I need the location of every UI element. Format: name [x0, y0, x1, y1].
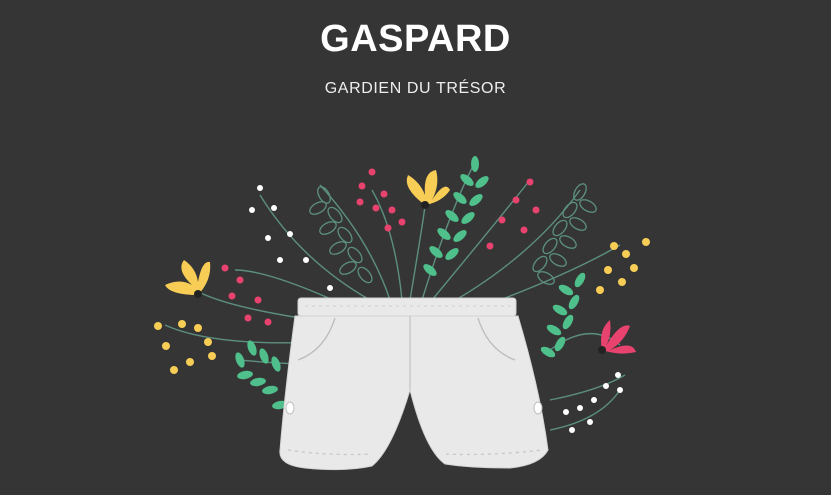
shorts [279, 297, 549, 471]
leaf-sprig-left [235, 340, 288, 410]
yellow-flower-top [406, 170, 450, 209]
page-title: GASPARD [320, 18, 511, 60]
yellow-flower-left [165, 260, 211, 298]
leaf-sprig-right [540, 272, 586, 358]
shorts-flowers-illustration [154, 156, 650, 471]
fern-left [309, 186, 373, 284]
page-subtitle: GARDIEN DU TRÉSOR [324, 80, 507, 97]
pink-flower [598, 320, 636, 354]
fern-right [532, 183, 597, 285]
